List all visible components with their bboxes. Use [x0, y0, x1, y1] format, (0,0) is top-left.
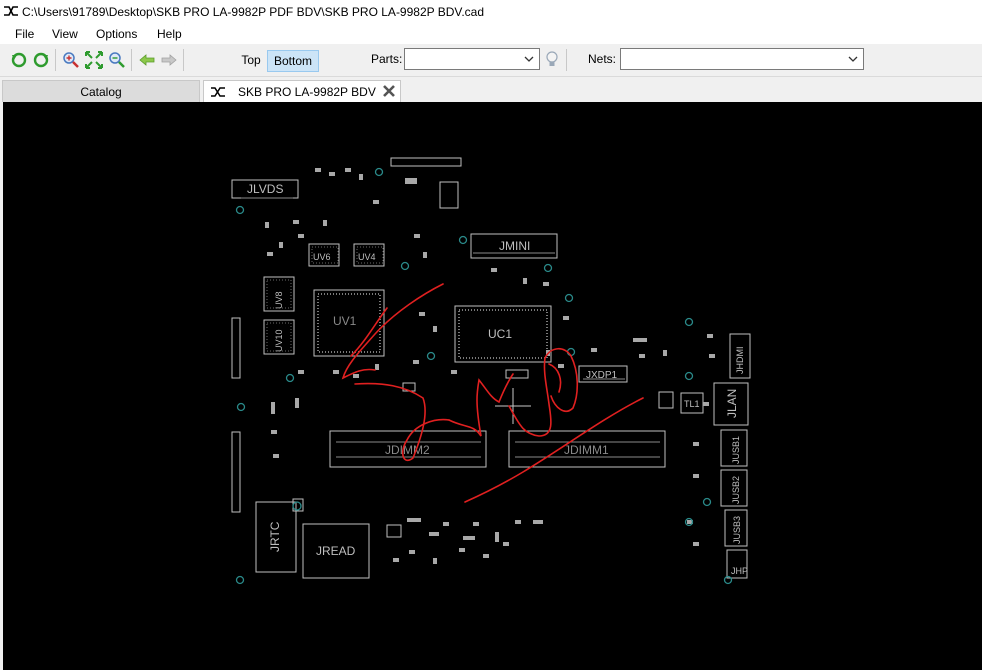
rotate-right-icon[interactable]	[32, 51, 50, 69]
side-top-button[interactable]: Top	[237, 50, 265, 70]
label-jread: JREAD	[316, 544, 356, 558]
label-uc1: UC1	[488, 327, 512, 341]
crosshair	[495, 388, 531, 424]
label-jhdmi: JHDMI	[735, 347, 745, 375]
board-file-icon	[211, 87, 225, 97]
nets-label: Nets:	[588, 52, 617, 66]
label-jrtc: JRTC	[268, 521, 282, 552]
nets-combobox[interactable]	[620, 48, 864, 70]
toolbar-separator	[55, 49, 56, 71]
parts-label: Parts:	[371, 52, 403, 66]
label-jdimm2: JDIMM2	[385, 443, 430, 457]
label-uv4: UV4	[358, 252, 376, 262]
side-connector-left-lower	[231, 431, 241, 513]
small-parts	[265, 168, 715, 564]
small-chip	[439, 181, 459, 209]
arrow-forward-icon[interactable]	[160, 51, 178, 69]
menu-help[interactable]: Help	[157, 27, 182, 41]
menu-bar: File View Options Help	[0, 24, 982, 44]
label-jlvds: JLVDS	[247, 182, 283, 196]
small-component	[386, 524, 402, 538]
lightbulb-icon[interactable]	[543, 50, 561, 68]
menu-view[interactable]: View	[52, 27, 78, 41]
zoom-out-icon[interactable]	[108, 51, 126, 69]
arrow-back-icon[interactable]	[138, 51, 156, 69]
top-connector	[390, 157, 462, 167]
label-jmini: JMINI	[499, 239, 530, 253]
app-icon	[4, 6, 18, 16]
toolbar-separator	[566, 49, 567, 71]
toolbar-separator	[131, 49, 132, 71]
chevron-down-icon	[524, 56, 534, 62]
small-component	[505, 369, 529, 379]
chevron-down-icon	[848, 56, 858, 62]
menu-options[interactable]: Options	[96, 27, 137, 41]
label-jusb3: JUSB3	[732, 516, 742, 544]
tab-board-file-label: SKB PRO LA-9982P BDV	[238, 85, 376, 99]
label-uv6: UV6	[313, 252, 331, 262]
label-jusb2: JUSB2	[731, 476, 741, 504]
rotate-left-icon[interactable]	[10, 51, 28, 69]
label-jusb1: JUSB1	[731, 436, 741, 464]
label-jdimm1: JDIMM1	[564, 443, 609, 457]
label-uv8: UV8	[274, 291, 284, 309]
toolbar-separator	[183, 49, 184, 71]
mounting-holes	[235, 167, 733, 585]
label-jhp: JHP	[731, 566, 748, 576]
label-jxdp1: JXDP1	[586, 370, 618, 381]
red-markup	[341, 283, 644, 503]
board-view[interactable]: JLVDS JMINI UV6 UV4 UV1 UC1 JXDP1 TL1 JH…	[3, 102, 982, 670]
close-icon[interactable]	[382, 84, 396, 98]
label-uv10: UV10	[274, 329, 284, 352]
menu-file[interactable]: File	[15, 27, 34, 41]
tab-board-file[interactable]: SKB PRO LA-9982P BDV	[203, 80, 401, 102]
zoom-fit-icon[interactable]	[85, 51, 103, 69]
toolbar: Top Bottom Parts: Nets:	[0, 44, 982, 77]
label-tl1: TL1	[684, 399, 700, 409]
tab-catalog[interactable]: Catalog	[2, 80, 200, 102]
side-bottom-button[interactable]: Bottom	[267, 50, 319, 72]
window-title: C:\Users\91789\Desktop\SKB PRO LA-9982P …	[22, 5, 485, 19]
zoom-in-icon[interactable]	[62, 51, 80, 69]
parts-combobox[interactable]	[404, 48, 540, 70]
label-uv1: UV1	[333, 314, 357, 328]
side-connector-left	[231, 317, 241, 379]
small-component	[658, 391, 674, 409]
tab-strip: Catalog SKB PRO LA-9982P BDV	[0, 78, 982, 102]
board-canvas[interactable]: JLVDS JMINI UV6 UV4 UV1 UC1 JXDP1 TL1 JH…	[3, 102, 982, 670]
title-bar: C:\Users\91789\Desktop\SKB PRO LA-9982P …	[0, 0, 982, 24]
label-jlan: JLAN	[725, 389, 739, 418]
